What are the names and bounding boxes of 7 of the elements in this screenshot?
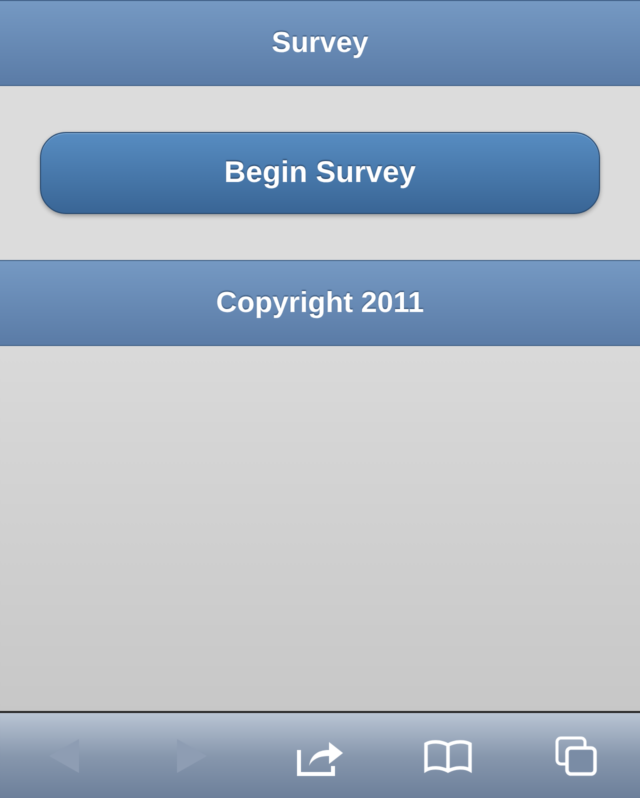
tabs-icon: [554, 734, 598, 776]
page-title: Survey: [272, 26, 368, 60]
back-icon: [47, 736, 81, 774]
begin-survey-button[interactable]: Begin Survey: [40, 132, 600, 214]
book-icon: [423, 738, 473, 772]
forward-icon: [175, 736, 209, 774]
footer-text: Copyright 2011: [216, 286, 424, 320]
